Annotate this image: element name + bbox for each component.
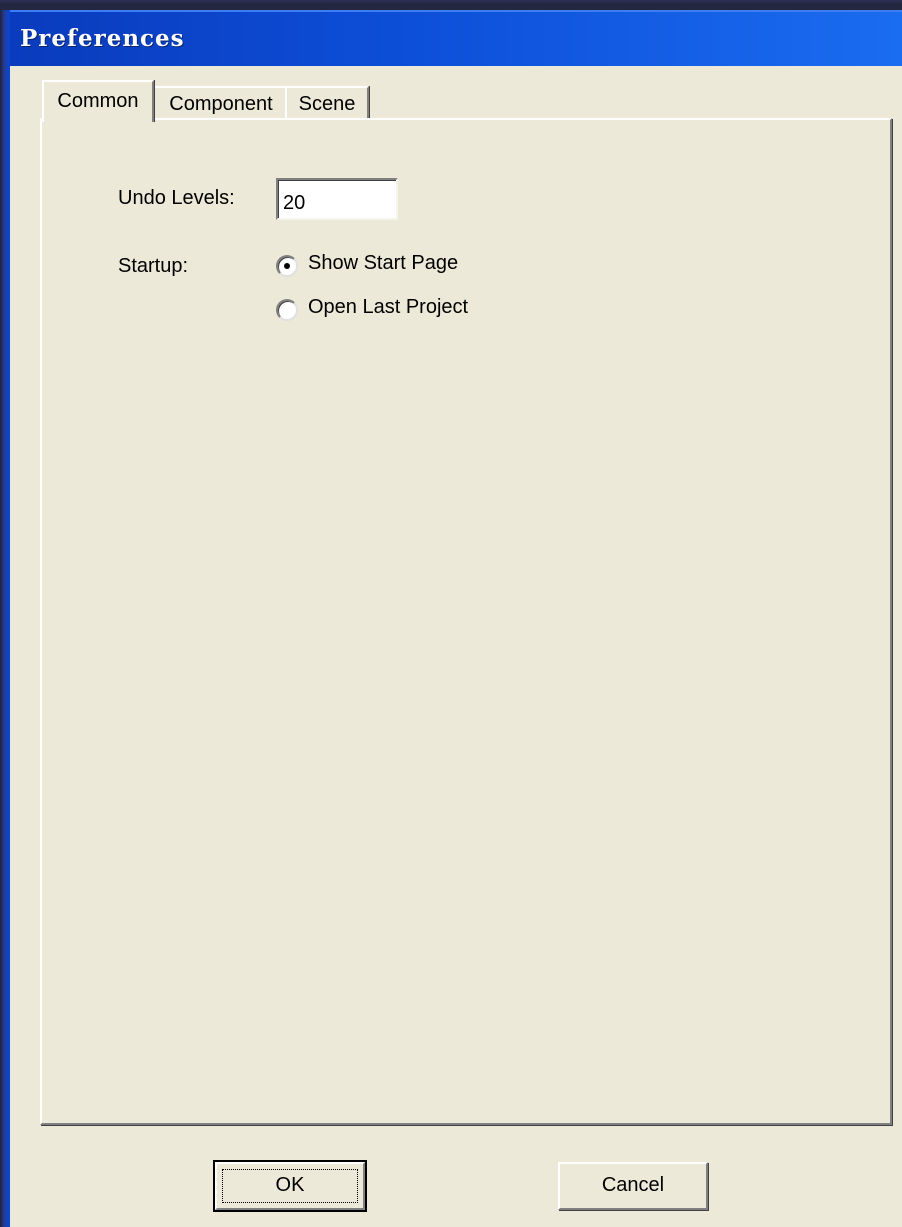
undo-levels-input[interactable] — [276, 178, 398, 220]
tab-common[interactable]: Common — [42, 80, 154, 122]
window-title: Preferences — [20, 25, 185, 52]
tab-component[interactable]: Component — [153, 86, 289, 120]
cancel-button-label: Cancel — [601, 1174, 665, 1196]
tab-component-label: Component — [169, 93, 273, 115]
startup-label: Startup: — [118, 255, 189, 277]
tab-common-label: Common — [57, 90, 139, 112]
title-bar[interactable]: Preferences — [10, 10, 902, 66]
tab-scene-label: Scene — [298, 93, 356, 115]
radio-selected-icon[interactable] — [276, 255, 298, 277]
radio-unselected-icon[interactable] — [276, 299, 298, 321]
window-left-border — [0, 10, 10, 1227]
undo-levels-label: Undo Levels: — [118, 187, 235, 209]
radio-open-last-project-label: Open Last Project — [308, 296, 469, 318]
dialog-client-area: Common Component Scene Undo Levels: Star… — [10, 66, 902, 1227]
preferences-window: Preferences Common Component Scene Undo … — [0, 0, 902, 1227]
tab-scene[interactable]: Scene — [285, 86, 369, 120]
radio-dot-icon — [284, 263, 290, 269]
radio-show-start-page-label: Show Start Page — [308, 252, 459, 274]
common-tab-panel: Undo Levels: Startup: Show Start Page Op… — [40, 118, 892, 1125]
cancel-button[interactable]: Cancel — [558, 1162, 708, 1210]
ok-button[interactable]: OK — [213, 1160, 367, 1212]
ok-button-label: OK — [275, 1174, 305, 1196]
